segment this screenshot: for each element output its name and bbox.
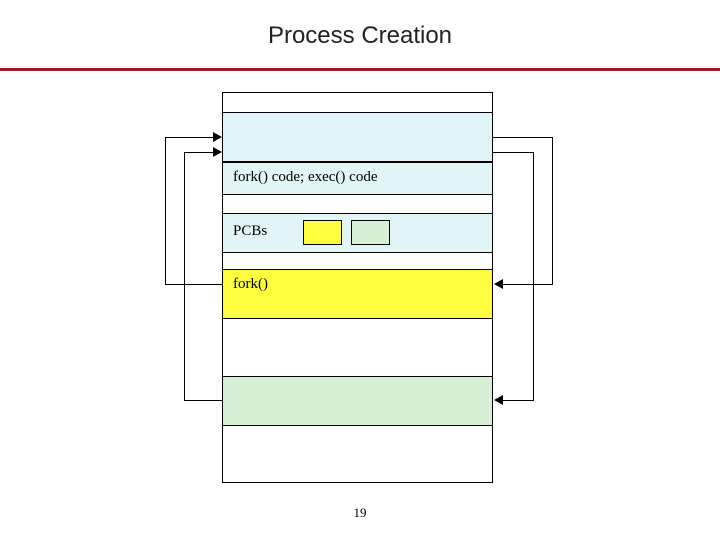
- connector-right-inner-arrow: [494, 395, 503, 405]
- connector-left-inner-v: [184, 152, 185, 401]
- connector-left-inner-h2: [184, 152, 214, 153]
- pcb-slot-yellow: [303, 220, 342, 245]
- connector-left-outer-h2: [165, 137, 214, 138]
- slide-title: Process Creation: [0, 22, 720, 50]
- pcb-slot-green: [351, 220, 390, 245]
- user-fork-label: fork(): [233, 276, 268, 292]
- connector-right-outer-v: [552, 137, 553, 285]
- page-number: 19: [0, 505, 720, 521]
- user-fork-band: fork(): [222, 269, 493, 319]
- connector-right-inner-v: [533, 152, 534, 401]
- connector-right-inner-h1: [493, 152, 534, 153]
- kernel-band-top: [222, 112, 493, 162]
- title-underline: [0, 68, 720, 71]
- connector-left-outer-h1: [165, 284, 222, 285]
- connector-right-outer-h1: [493, 137, 553, 138]
- kernel-code-band: fork() code; exec() code: [222, 162, 493, 195]
- connector-left-outer-arrow: [213, 132, 222, 142]
- connector-left-inner-h1: [184, 400, 222, 401]
- connector-right-outer-arrow: [494, 279, 503, 289]
- connector-left-outer-v: [165, 137, 166, 285]
- pcb-label: PCBs: [233, 223, 267, 239]
- connector-right-inner-h2: [502, 400, 534, 401]
- user-child-band: [222, 376, 493, 426]
- connector-left-inner-arrow: [213, 147, 222, 157]
- kernel-code-label: fork() code; exec() code: [233, 169, 378, 185]
- connector-right-outer-h2: [502, 284, 553, 285]
